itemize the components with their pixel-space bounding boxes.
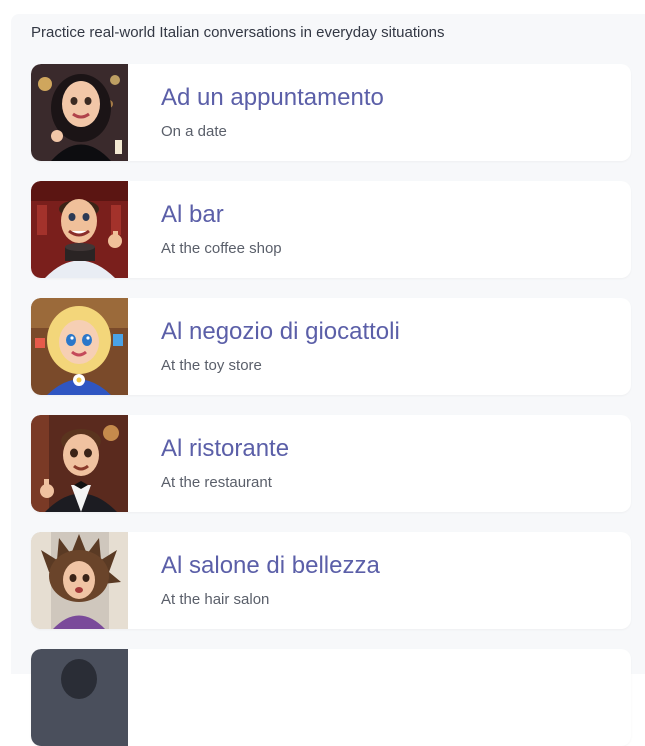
woman-on-date-avatar [31,64,128,161]
waiter-avatar [31,415,128,512]
scenario-title: Al bar [161,201,224,228]
barista-avatar [31,181,128,278]
scenario-title: Al salone di bellezza [161,552,380,579]
scenario-card-hair-salon[interactable]: Al salone di bellezza At the hair salon [31,532,631,629]
child-toy-store-avatar [31,298,128,395]
scenario-subtitle: At the hair salon [161,591,270,608]
scenario-card-bar[interactable]: Al bar At the coffee shop [31,181,631,278]
messy-hair-avatar [31,532,128,629]
scenario-title: Al negozio di giocattoli [161,318,400,345]
scenario-card-date[interactable]: Ad un appuntamento On a date [31,64,631,161]
scenario-subtitle: At the coffee shop [161,240,282,257]
partial-avatar [31,649,128,746]
scenario-title: Ad un appuntamento [161,84,384,111]
scenario-title: Al ristorante [161,435,290,462]
scenario-subtitle: On a date [161,123,227,140]
scenario-card-toy-store[interactable]: Al negozio di giocattoli At the toy stor… [31,298,631,395]
scenario-card-partial[interactable] [31,649,631,746]
scenario-subtitle: At the toy store [161,357,262,374]
page-subtitle: Practice real-world Italian conversation… [31,24,445,41]
scenario-card-restaurant[interactable]: Al ristorante At the restaurant [31,415,631,512]
scenario-subtitle: At the restaurant [161,474,272,491]
scenario-list-panel: Practice real-world Italian conversation… [11,14,645,746]
